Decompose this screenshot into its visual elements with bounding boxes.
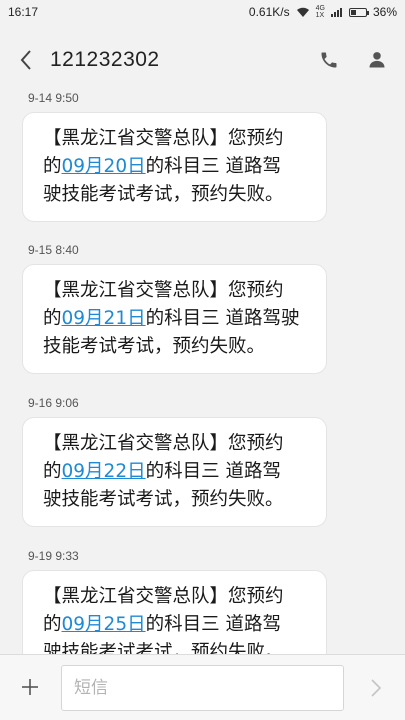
plus-icon — [22, 679, 38, 695]
send-arrow-icon — [371, 679, 382, 697]
message-line: 技能考试考试，预约失败。 — [43, 336, 266, 357]
message-bubble[interactable]: 【黑龙江省交警总队】您预约 的09月20日的科目三 道路驾 驶技能考试考试，预约… — [22, 112, 327, 222]
message-timestamp: 9-16 9:06 — [28, 396, 79, 410]
message-line: 【黑龙江省交警总队】您预约 — [43, 128, 284, 149]
network-type-top: 4G — [315, 5, 325, 12]
message-line: 的09月21日的科目三 道路驾驶 — [43, 308, 300, 329]
battery-percent: 36% — [372, 5, 397, 19]
battery-icon — [348, 7, 369, 17]
message-input[interactable] — [61, 665, 344, 711]
network-type: 4G 1X — [316, 5, 325, 19]
contact-button[interactable] — [357, 40, 397, 80]
date-link[interactable]: 09月20日 — [62, 156, 146, 177]
message-timestamp: 9-15 8:40 — [28, 243, 79, 257]
network-type-bottom: 1X — [315, 12, 325, 19]
message-line: 的09月22日的科目三 道路驾 — [43, 461, 281, 482]
message-line: 驶技能考试考试，预约失败。 — [43, 184, 284, 205]
message-line: 的09月20日的科目三 道路驾 — [43, 156, 281, 177]
date-link[interactable]: 09月25日 — [62, 614, 146, 635]
call-button[interactable] — [309, 40, 349, 80]
back-button[interactable] — [4, 38, 48, 82]
chevron-left-icon — [20, 50, 31, 70]
message-line: 驶技能考试考试，预约失败。 — [43, 642, 284, 654]
message-line: 【黑龙江省交警总队】您预约 — [43, 586, 284, 607]
message-timestamp: 9-19 9:33 — [28, 549, 79, 563]
status-bar: 16:17 0.61K/s 4G 1X 36% — [0, 0, 405, 24]
status-indicators: 0.61K/s 4G 1X 36% — [249, 5, 397, 19]
phone-icon — [321, 52, 337, 68]
wifi-icon — [296, 7, 309, 17]
message-bubble[interactable]: 【黑龙江省交警总队】您预约 的09月25日的科目三 道路驾 驶技能考试考试，预约… — [22, 570, 327, 654]
message-line: 的09月25日的科目三 道路驾 — [43, 614, 281, 635]
message-thread[interactable]: 9-14 9:50 【黑龙江省交警总队】您预约 的09月20日的科目三 道路驾 … — [0, 84, 405, 654]
network-speed: 0.61K/s — [248, 5, 290, 19]
clock: 16:17 — [8, 5, 39, 19]
send-button[interactable] — [361, 673, 391, 703]
message-bubble[interactable]: 【黑龙江省交警总队】您预约 的09月22日的科目三 道路驾 驶技能考试考试，预约… — [22, 417, 327, 527]
composer-bar — [0, 654, 405, 720]
contact-number: 121232302 — [50, 48, 160, 71]
battery-level-fill — [350, 9, 356, 15]
attach-button[interactable] — [14, 671, 46, 703]
message-timestamp: 9-14 9:50 — [28, 91, 79, 105]
message-line: 【黑龙江省交警总队】您预约 — [43, 433, 284, 454]
date-link[interactable]: 09月22日 — [62, 461, 146, 482]
person-icon — [369, 52, 385, 68]
message-bubble[interactable]: 【黑龙江省交警总队】您预约 的09月21日的科目三 道路驾驶 技能考试考试，预约… — [22, 264, 327, 374]
signal-icon — [330, 7, 343, 17]
message-line: 【黑龙江省交警总队】您预约 — [43, 280, 284, 301]
message-line: 驶技能考试考试，预约失败。 — [43, 489, 284, 510]
date-link[interactable]: 09月21日 — [62, 308, 146, 329]
